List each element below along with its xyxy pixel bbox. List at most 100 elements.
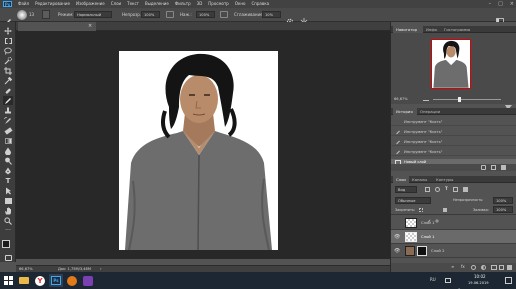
layer-name[interactable]: Слой 2 <box>431 248 445 254</box>
link-layers-icon[interactable]: ∞ <box>451 264 454 270</box>
filter-adjust-icon[interactable] <box>435 187 440 192</box>
photoshop-taskbar-icon[interactable]: Ps <box>49 274 63 287</box>
windows-start-icon[interactable] <box>1 274 15 287</box>
trash-icon[interactable] <box>501 165 506 170</box>
media-player-icon[interactable] <box>65 274 79 287</box>
close-tab-icon[interactable]: × <box>88 23 92 29</box>
history-item[interactable]: Инструмент "Кисть" <box>391 119 516 135</box>
navigator-view-box[interactable] <box>431 39 471 89</box>
blur-tool-icon[interactable] <box>3 146 13 155</box>
eye-icon[interactable]: 👁 <box>394 234 400 240</box>
filter-type-icon[interactable]: T <box>445 186 448 192</box>
document-tab[interactable]: ea13-ii81.jpg @ 66,7% (Слой 1, RGB/8) × <box>18 22 96 38</box>
blend-mode-select[interactable]: Обычные <box>395 197 431 204</box>
workspace-icon[interactable] <box>496 11 504 26</box>
menu-layers[interactable]: Слои <box>111 0 121 8</box>
history-item[interactable]: Инструмент "Кисть" <box>391 149 516 165</box>
lasso-tool-icon[interactable] <box>3 46 13 55</box>
add-mask-icon[interactable] <box>471 265 476 270</box>
filter-pixel-icon[interactable] <box>425 187 430 192</box>
layer-name[interactable]: Слой 1 <box>421 234 435 240</box>
tab-layers[interactable]: Слои <box>393 176 409 183</box>
yandex-browser-icon[interactable]: Y <box>33 274 47 287</box>
layer-opacity-field[interactable]: 100% <box>493 197 513 204</box>
history-item[interactable]: Инструмент "Кисть" <box>391 129 516 145</box>
folder-icon[interactable] <box>17 274 31 287</box>
layer-filter-select[interactable]: Вид <box>395 186 417 193</box>
healing-brush-tool-icon[interactable] <box>3 86 13 95</box>
eyedropper-tool-icon[interactable] <box>3 76 13 85</box>
pen-tool-icon[interactable] <box>3 166 13 175</box>
pressure-opacity-icon[interactable] <box>166 11 174 18</box>
menu-text[interactable]: Текст <box>127 0 139 8</box>
foreground-color-swatch[interactable] <box>2 240 10 248</box>
menu-image[interactable]: Изображение <box>76 0 105 8</box>
move-tool-icon[interactable] <box>3 26 13 35</box>
eraser-tool-icon[interactable] <box>3 126 13 135</box>
lock-pixels-icon[interactable] <box>427 208 431 223</box>
tab-info[interactable]: Инфо <box>423 26 441 33</box>
crop-tool-icon[interactable] <box>3 66 13 75</box>
airbrush-icon[interactable] <box>220 11 228 18</box>
hand-tool-icon[interactable] <box>3 206 13 215</box>
notification-icon[interactable] <box>505 277 512 284</box>
zoom-tool-icon[interactable] <box>3 216 13 225</box>
volume-icon[interactable] <box>456 278 462 289</box>
tab-history[interactable]: История <box>393 108 417 115</box>
minimize-icon[interactable]: – <box>489 0 492 8</box>
tab-navigator[interactable]: Навигатор <box>393 26 423 33</box>
tab-actions[interactable]: Операции <box>417 108 445 115</box>
menu-select[interactable]: Выделение <box>145 0 169 8</box>
smoothing-field[interactable]: 10% <box>262 11 281 18</box>
filter-smart-icon[interactable] <box>463 187 468 192</box>
dodge-tool-icon[interactable] <box>3 156 13 165</box>
adjustment-layer-icon[interactable] <box>481 265 486 270</box>
rectangle-tool-icon[interactable] <box>3 196 13 205</box>
navigator-zoom-value[interactable]: 66,67% <box>394 96 408 102</box>
tab-channels[interactable]: Каналы <box>409 176 433 183</box>
document-image[interactable] <box>119 51 278 250</box>
close-icon[interactable]: × <box>510 0 514 8</box>
layer-name[interactable]: Слой 1 <box>421 220 435 226</box>
brush-tool-icon[interactable] <box>4 11 12 25</box>
language-indicator[interactable]: RU <box>430 277 436 283</box>
history-item[interactable]: Инструмент "Кисть" <box>391 139 516 155</box>
visibility-icon-off[interactable] <box>394 220 400 226</box>
lock-transparency-icon[interactable] <box>419 208 423 212</box>
tab-paths[interactable]: Контуры <box>433 176 459 183</box>
layer-row[interactable]: Слой 1 <box>391 216 516 230</box>
quick-mask-icon[interactable] <box>3 253 13 262</box>
app-icon[interactable] <box>81 274 95 287</box>
gradient-tool-icon[interactable] <box>3 136 13 145</box>
snapshot-icon[interactable] <box>481 165 486 170</box>
trash-icon[interactable] <box>507 265 512 270</box>
opacity-field[interactable]: 100% <box>141 11 160 18</box>
new-group-icon[interactable] <box>491 265 497 270</box>
navigator-preview[interactable] <box>391 33 516 95</box>
maximize-icon[interactable]: □ <box>498 0 503 8</box>
layer-row-selected[interactable]: 👁 Слой 1 <box>391 230 516 244</box>
menu-3d[interactable]: 3D <box>197 0 203 8</box>
zoom-out-icon[interactable] <box>423 98 429 101</box>
path-selection-tool-icon[interactable] <box>3 186 13 195</box>
clone-stamp-tool-icon[interactable] <box>3 106 13 115</box>
type-tool-icon[interactable]: T <box>3 176 13 185</box>
fill-field[interactable]: 100% <box>493 206 513 213</box>
layer-style-icon[interactable]: fx <box>461 264 465 270</box>
new-layer-icon[interactable] <box>499 265 504 270</box>
quick-select-tool-icon[interactable] <box>3 56 13 65</box>
brush-panel-toggle[interactable] <box>42 10 50 19</box>
history-brush-tool-icon[interactable] <box>3 116 13 125</box>
pressure-field[interactable]: 100% <box>196 11 215 18</box>
menu-filter[interactable]: Фильтр <box>175 0 191 8</box>
mode-select[interactable]: Нормальный <box>74 11 112 18</box>
menu-help[interactable]: Справка <box>251 0 269 8</box>
menu-window[interactable]: Окно <box>235 0 246 8</box>
filter-shape-icon[interactable] <box>453 187 458 192</box>
brush-tool-icon[interactable] <box>3 96 13 105</box>
menu-view[interactable]: Просмотр <box>208 0 229 8</box>
gear-icon[interactable] <box>286 11 294 26</box>
network-icon[interactable] <box>445 278 451 283</box>
layer-row[interactable]: 👁 Слой 2 <box>391 244 516 258</box>
brush-preset-picker[interactable] <box>17 10 27 20</box>
